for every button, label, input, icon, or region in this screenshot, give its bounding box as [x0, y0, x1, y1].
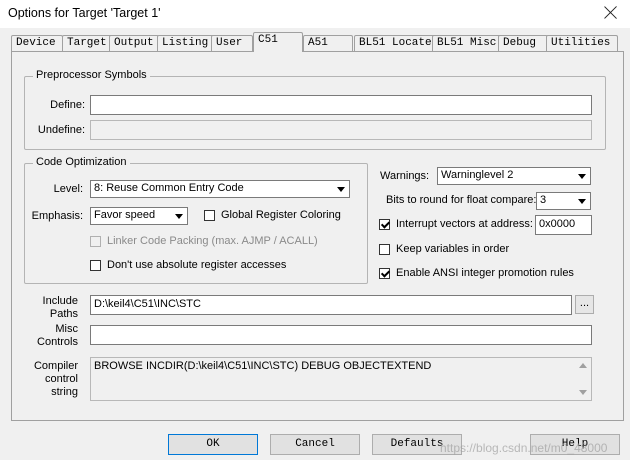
window-title: Options for Target 'Target 1' [8, 6, 161, 20]
interrupt-vectors-label: Interrupt vectors at address: [396, 218, 533, 230]
tab-device[interactable]: Device [11, 35, 63, 51]
options-dialog: Options for Target 'Target 1' Device Tar… [0, 0, 630, 467]
include-paths-browse-button[interactable]: ... [575, 295, 594, 314]
background-strip [0, 460, 630, 467]
keep-variables-checkbox[interactable] [379, 244, 390, 255]
global-register-label: Global Register Coloring [221, 209, 341, 221]
interrupt-vectors-input[interactable]: 0x0000 [535, 215, 592, 235]
ok-button[interactable]: OK [168, 434, 258, 455]
tab-utilities[interactable]: Utilities [546, 35, 618, 51]
watermark: https://blog.csdn.net/m0_48000 [440, 441, 608, 455]
title-bar: Options for Target 'Target 1' [0, 0, 630, 28]
scroll-down-icon [579, 390, 587, 395]
level-select[interactable]: 8: Reuse Common Entry Code [90, 180, 350, 198]
emphasis-select[interactable]: Favor speed [90, 207, 188, 225]
chevron-down-icon[interactable] [575, 194, 589, 208]
scroll-up-icon [579, 363, 587, 368]
code-optimization-legend: Code Optimization [33, 156, 130, 168]
include-paths-input[interactable]: D:\keil4\C51\INC\STC [90, 295, 572, 315]
chevron-down-icon[interactable] [172, 209, 186, 223]
warnings-label: Warnings: [380, 170, 430, 182]
tab-target[interactable]: Target [62, 35, 112, 51]
bits-round-select[interactable]: 3 [536, 192, 591, 210]
warnings-value: Warninglevel 2 [441, 169, 514, 181]
level-value: 8: Reuse Common Entry Code [94, 182, 244, 194]
level-label: Level: [53, 183, 83, 195]
close-icon[interactable] [602, 4, 620, 22]
misc-controls-label-line2: Controls [37, 336, 78, 348]
warnings-select[interactable]: Warninglevel 2 [437, 167, 591, 185]
tab-bl51-misc[interactable]: BL51 Misc [432, 35, 503, 51]
compiler-control-label-line2: control [44, 373, 78, 385]
linker-packing-label: Linker Code Packing (max. AJMP / ACALL) [107, 235, 318, 247]
keep-variables-label: Keep variables in order [396, 243, 510, 255]
bits-round-value: 3 [540, 194, 547, 206]
chevron-down-icon[interactable] [575, 169, 589, 183]
linker-packing-checkbox [90, 236, 101, 247]
cancel-button[interactable]: Cancel [270, 434, 360, 455]
undefine-label: Undefine: [37, 124, 85, 136]
compiler-control-label-line3: string [51, 386, 78, 398]
no-absolute-register-checkbox[interactable] [90, 260, 101, 271]
global-register-checkbox[interactable] [204, 210, 215, 221]
misc-controls-label-line1: Misc [55, 323, 78, 335]
include-paths-label-line1: Include [42, 295, 78, 307]
define-input[interactable] [90, 95, 592, 115]
define-label: Define: [50, 99, 85, 111]
compiler-control-label-line1: Compiler [33, 360, 78, 372]
tab-c51[interactable]: C51 [253, 32, 303, 52]
ansi-promotion-checkbox[interactable] [379, 268, 390, 279]
preprocessor-legend: Preprocessor Symbols [33, 69, 150, 81]
tab-output[interactable]: Output [109, 35, 159, 51]
tab-a51[interactable]: A51 [303, 35, 353, 51]
undefine-input [90, 120, 592, 140]
chevron-down-icon[interactable] [334, 182, 348, 196]
misc-controls-input[interactable] [90, 325, 592, 345]
tab-listing[interactable]: Listing [157, 35, 214, 51]
no-absolute-register-label: Don't use absolute register accesses [107, 259, 287, 271]
ansi-promotion-label: Enable ANSI integer promotion rules [396, 267, 574, 279]
tab-bl51-locate[interactable]: BL51 Locate [354, 35, 437, 51]
emphasis-label: Emphasis: [31, 210, 83, 222]
tab-user[interactable]: User [211, 35, 253, 51]
interrupt-vectors-checkbox[interactable] [379, 219, 390, 230]
tab-debug[interactable]: Debug [498, 35, 548, 51]
bits-round-label: Bits to round for float compare: [386, 194, 537, 206]
include-paths-label-line2: Paths [49, 308, 78, 320]
compiler-control-string: BROWSE INCDIR(D:\keil4\C51\INC\STC) DEBU… [90, 357, 592, 401]
emphasis-value: Favor speed [94, 209, 156, 221]
